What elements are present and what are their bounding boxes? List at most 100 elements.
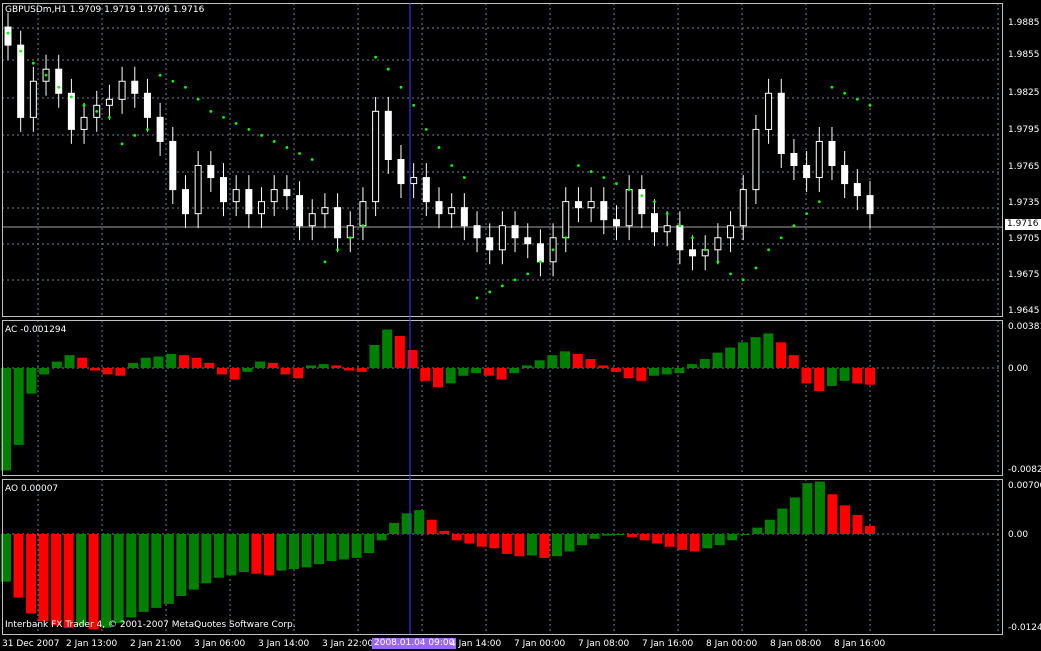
- mt4-chart-window[interactable]: GBPUSDm,H1 1.9709 1.9719 1.9706 1.9716 A…: [0, 0, 1041, 651]
- time-axis-label: 31 Dec 2007: [2, 639, 60, 649]
- ao-bar: [101, 534, 112, 628]
- candle-body: [765, 92, 773, 130]
- ao-bar: [752, 527, 763, 534]
- candle-body: [270, 189, 278, 203]
- psar-dot: [526, 272, 530, 276]
- pane-border: [2, 3, 1003, 317]
- psar-dot: [653, 200, 656, 204]
- psar-dot: [158, 73, 162, 77]
- ac-bar: [407, 350, 418, 368]
- price-axis-label: 1.9885: [1008, 18, 1040, 28]
- ac-bar: [483, 368, 494, 376]
- psar-dot: [323, 260, 327, 264]
- candle-body: [207, 165, 215, 179]
- psar-dot: [817, 200, 821, 204]
- time-axis-label: 7 Jan 08:00: [578, 639, 630, 649]
- psar-dot: [336, 248, 339, 252]
- ao-bar: [451, 534, 462, 541]
- ao-bar: [664, 534, 675, 547]
- candle-body: [384, 110, 392, 160]
- psar-dot: [247, 128, 251, 131]
- candle-body: [498, 225, 506, 251]
- ao-pane-header: AO 0.00007: [5, 484, 59, 494]
- time-axis-label: 8 Jan 08:00: [770, 639, 822, 649]
- price-axis-label: 1.9765: [1008, 162, 1040, 172]
- ao-bar: [564, 534, 575, 552]
- candle-body: [359, 201, 367, 227]
- candle-body: [245, 189, 253, 215]
- ac-bar: [178, 355, 189, 368]
- ac-bar: [814, 368, 825, 392]
- ao-bar: [351, 534, 362, 558]
- psar-dot: [6, 31, 10, 35]
- psar-dot: [69, 95, 73, 99]
- ac-pane-header: AC -0.001294: [5, 325, 67, 335]
- price-axis-label: 1.9675: [1008, 270, 1040, 280]
- candle-body: [169, 140, 177, 191]
- psar-dot: [805, 212, 809, 216]
- candle-body: [422, 177, 430, 203]
- ao-bar: [777, 508, 788, 534]
- psar-dot: [108, 115, 111, 119]
- ao-bar: [213, 534, 224, 578]
- psar-dot: [57, 85, 61, 89]
- psar-dot: [412, 103, 416, 107]
- ac-bar: [318, 364, 329, 368]
- ao-bar: [689, 534, 700, 552]
- ac-bar: [140, 357, 151, 368]
- ac-bar: [64, 355, 75, 368]
- ao-bar: [852, 514, 863, 534]
- psar-dot: [678, 224, 682, 228]
- chart-canvas[interactable]: [0, 0, 1041, 651]
- candle-body: [486, 237, 494, 251]
- candle-body: [612, 219, 620, 227]
- ao-bar: [514, 534, 525, 557]
- candle-body: [435, 201, 443, 215]
- ac-bar: [674, 368, 685, 374]
- ao-bar: [176, 534, 187, 596]
- psar-dot: [171, 79, 175, 83]
- psar-dot: [551, 248, 555, 252]
- candle-body: [803, 165, 811, 179]
- ac-bar: [445, 368, 456, 384]
- time-axis-label: 7 Jan 00:00: [514, 639, 566, 649]
- psar-dot: [754, 266, 758, 270]
- ao-bar: [839, 505, 850, 534]
- ac-bar: [331, 365, 342, 368]
- price-axis-label: 1.9825: [1008, 88, 1040, 98]
- psar-dot: [577, 164, 580, 167]
- psar-dot: [868, 103, 872, 107]
- time-axis-label: 3 Jan 14:00: [258, 639, 310, 649]
- candle-body: [714, 237, 722, 251]
- ac-bar: [852, 368, 863, 384]
- psar-dot: [500, 284, 504, 288]
- ac-bar: [394, 335, 405, 368]
- psar-dot: [729, 272, 732, 276]
- ac-bar: [433, 368, 443, 388]
- ao-bar: [138, 534, 149, 612]
- ac-axis-label: 0.003818: [1008, 322, 1041, 332]
- ac-bar: [572, 353, 583, 368]
- ac-bar: [255, 361, 266, 368]
- ao-bar: [802, 483, 813, 534]
- psar-dot: [843, 91, 847, 95]
- ao-bar: [126, 534, 137, 618]
- ac-bar: [585, 359, 596, 368]
- ao-bar: [301, 534, 312, 568]
- candle-body: [105, 98, 113, 106]
- ac-bar: [204, 362, 215, 368]
- psar-dot: [146, 128, 149, 131]
- ac-bar: [560, 351, 571, 368]
- candle-body: [752, 128, 760, 191]
- candle-body: [676, 225, 684, 251]
- ac-bar: [788, 355, 799, 368]
- ac-bar: [191, 357, 202, 368]
- ao-bar: [865, 526, 875, 534]
- ao-bar: [589, 534, 600, 539]
- ac-bar: [687, 364, 698, 368]
- ac-bar: [77, 357, 88, 368]
- ac-bar: [471, 368, 482, 374]
- ao-bar: [476, 534, 487, 547]
- ao-bar: [739, 534, 750, 535]
- ao-bar: [88, 534, 99, 630]
